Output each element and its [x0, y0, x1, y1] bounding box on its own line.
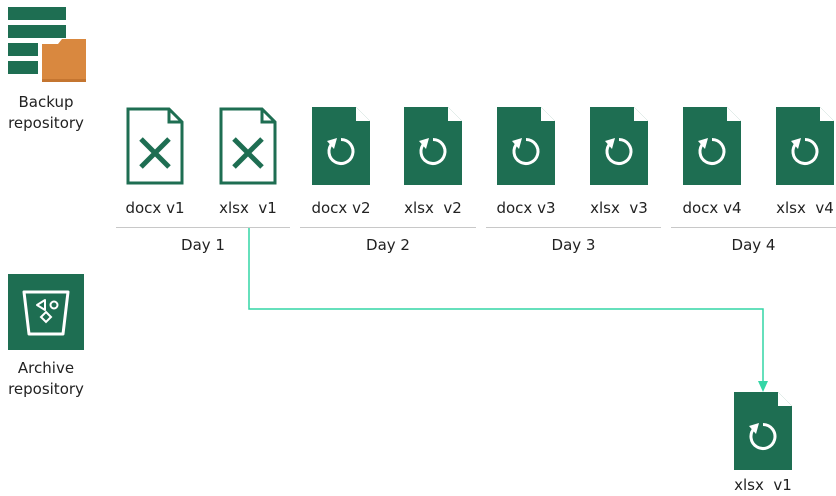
archive-connector-arrow — [248, 228, 768, 392]
restore-file-icon — [734, 392, 792, 470]
archived-file-label: xlsx v1 — [734, 476, 792, 494]
